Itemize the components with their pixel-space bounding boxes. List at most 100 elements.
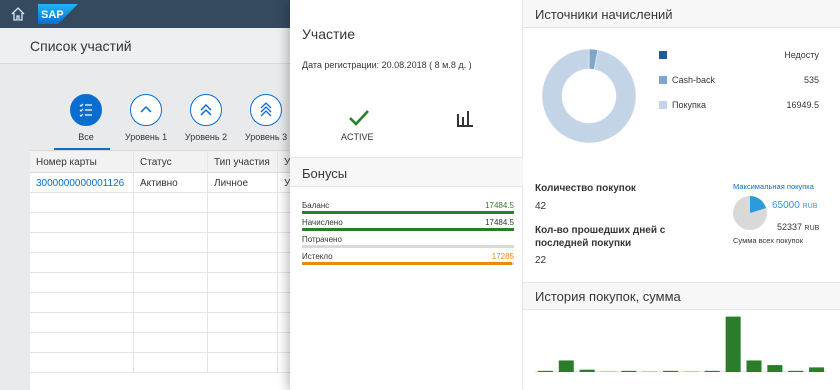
chevron-up-icon: [140, 105, 152, 113]
bonus-row-accrued: Начислено 17484.5: [302, 218, 514, 235]
bonus-value: 17484.5: [485, 201, 514, 210]
legend-label: Покупка: [672, 100, 707, 110]
purchase-count-value: 42: [535, 201, 547, 212]
history-bar[interactable]: [537, 370, 553, 372]
purchase-count-label: Количество покупок: [535, 183, 636, 194]
table-row-empty: [30, 353, 300, 373]
level-filter-3[interactable]: Уровень 3: [236, 94, 296, 142]
page-title: Список участий: [30, 38, 132, 54]
level-filter-label: Уровень 1: [124, 132, 168, 142]
bonus-row-expired: Истекло 17285: [302, 252, 514, 269]
double-chevron-up-icon: [200, 103, 212, 116]
accrual-sources-header: Источники начислений: [523, 0, 840, 28]
history-bar[interactable]: [767, 365, 783, 372]
table-cell: Личное: [208, 173, 278, 192]
history-bar[interactable]: [621, 370, 637, 372]
history-bar[interactable]: [704, 370, 720, 372]
status-label: ACTIVE: [341, 132, 374, 142]
history-bar[interactable]: [746, 360, 762, 372]
bonuses-header: Бонусы: [290, 157, 523, 187]
home-icon[interactable]: [10, 6, 26, 22]
legend-item: Покупка 16949.5: [659, 100, 829, 114]
history-bar[interactable]: [809, 367, 825, 372]
bonus-value: 17285: [491, 252, 514, 261]
level-filter-all[interactable]: Все: [56, 94, 116, 142]
history-bar[interactable]: [579, 369, 595, 372]
max-purchase-pie: [733, 196, 767, 230]
purchase-sum-label: Сумма всех покупок: [733, 236, 804, 245]
table-cell: Активно: [134, 173, 208, 192]
bonuses-title: Бонусы: [302, 166, 348, 181]
legend-label: Cash-back: [672, 75, 716, 85]
table-row[interactable]: 3000000000001126 Активно Личное Ур: [30, 173, 300, 193]
column-header-card-number[interactable]: Номер карты: [30, 151, 134, 172]
level-filter-2[interactable]: Уровень 2: [176, 94, 236, 142]
level-filter-label: Все: [78, 132, 94, 142]
table-row-empty: [30, 313, 300, 333]
history-bar[interactable]: [683, 370, 699, 372]
max-purchase-label: Максимальная покупка: [733, 182, 814, 191]
participation-panel: Участие Дата регистрации: 20.08.2018 ( 8…: [290, 0, 523, 390]
bonus-label: Потрачено: [302, 235, 342, 244]
bonus-bar-track: [302, 228, 514, 231]
legend-swatch: [659, 101, 667, 109]
bonus-bar-track: [302, 262, 514, 265]
table-row-empty: [30, 213, 300, 233]
days-since-purchase-label: Кол-во прошедших дней с последней покупк…: [535, 225, 666, 249]
participation-details-popover: Участие Дата регистрации: 20.08.2018 ( 8…: [290, 0, 840, 390]
history-bar[interactable]: [600, 370, 616, 372]
table-row-empty: [30, 273, 300, 293]
bonus-bar-track: [302, 211, 514, 214]
participation-table: Номер карты Статус Тип участия Ур 300000…: [30, 150, 300, 390]
column-header-type[interactable]: Тип участия: [208, 151, 278, 172]
history-bar[interactable]: [558, 360, 574, 372]
history-bar[interactable]: [663, 370, 679, 372]
sap-logo[interactable]: SAP: [38, 4, 78, 24]
history-bar[interactable]: [788, 370, 804, 372]
bonus-bar-fill: [302, 228, 514, 231]
days-since-purchase-value: 22: [535, 255, 547, 266]
bonus-row-balance: Баланс 17484.5: [302, 201, 514, 218]
level-filter-label: Уровень 2: [184, 132, 228, 142]
level-filter-1[interactable]: Уровень 1: [116, 94, 176, 142]
purchase-history-header: История покупок, сумма: [523, 282, 840, 310]
checkmark-icon: [349, 110, 369, 126]
column-header-status[interactable]: Статус: [134, 151, 208, 172]
legend-swatch: [659, 76, 667, 84]
history-bar[interactable]: [642, 370, 658, 372]
participation-title: Участие: [302, 26, 355, 42]
legend-swatch: [659, 51, 667, 59]
accrual-sources-donut-chart: [541, 48, 637, 144]
table-header: Номер карты Статус Тип участия Ур: [30, 151, 300, 173]
bonus-value: 17484.5: [485, 218, 514, 227]
list-icon: [79, 103, 92, 117]
table-row-empty: [30, 193, 300, 213]
bonus-label: Начислено: [302, 218, 343, 227]
table-row-empty: [30, 253, 300, 273]
bonus-bar-track: [302, 245, 514, 248]
donut-slice-2[interactable]: [541, 48, 637, 144]
svg-text:SAP: SAP: [41, 9, 64, 21]
legend-item: Недосту: [659, 50, 829, 64]
analytics-panel: Источники начислений Недосту Cash-back 5…: [523, 0, 840, 390]
level-filter-label: Уровень 3: [244, 132, 288, 142]
legend-value: 535: [803, 75, 819, 85]
bar-chart-icon[interactable]: [455, 108, 475, 128]
card-number-link[interactable]: 3000000000001126: [30, 173, 134, 192]
legend-value: 16949.5: [786, 100, 819, 110]
registration-date: Дата регистрации: 20.08.2018 ( 8 м.8 д. …: [302, 60, 472, 70]
history-bar[interactable]: [725, 316, 741, 372]
bonus-row-spent: Потрачено: [302, 235, 514, 252]
legend-item: Cash-back 535: [659, 75, 829, 89]
level-filter-bar: Все Уровень 1 Уровень 2 Уровень 3: [56, 94, 296, 149]
accrual-sources-title: Источники начислений: [535, 7, 673, 22]
table-row-empty: [30, 293, 300, 313]
bonus-bar-fill: [302, 211, 514, 214]
table-row-empty: [30, 233, 300, 253]
bonus-bar-fill: [302, 262, 512, 265]
bonus-label: Истекло: [302, 252, 333, 261]
legend-value: Недосту: [784, 50, 819, 60]
purchase-sum-value: 52337 RUB: [777, 222, 820, 232]
purchase-history-bar-chart: [535, 316, 827, 372]
purchase-history-title: История покупок, сумма: [535, 289, 681, 304]
